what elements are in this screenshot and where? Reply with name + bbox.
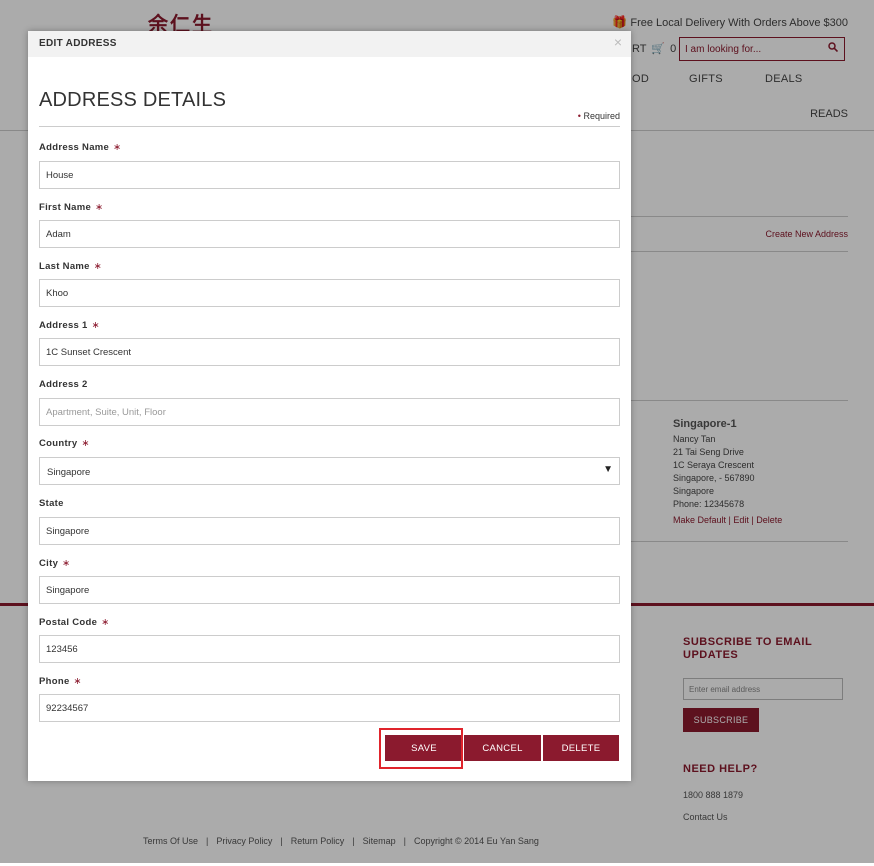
- postal-code-label: Postal Code ∗: [39, 617, 110, 628]
- address2-label: Address 2: [39, 379, 88, 390]
- country-label: Country ∗: [39, 438, 90, 449]
- phone-label: Phone ∗: [39, 676, 82, 687]
- required-star: ∗: [62, 558, 71, 569]
- required-star: ∗: [101, 617, 110, 628]
- required-note-text: Required: [583, 111, 620, 121]
- chevron-down-icon: ▼: [603, 464, 613, 475]
- modal-title: EDIT ADDRESS: [39, 38, 117, 49]
- required-star: ∗: [73, 676, 82, 687]
- close-icon[interactable]: ×: [614, 34, 622, 50]
- state-label: State: [39, 498, 64, 509]
- address-name-input[interactable]: [39, 161, 620, 189]
- city-label: City ∗: [39, 558, 71, 569]
- address1-input[interactable]: [39, 338, 620, 366]
- required-star: ∗: [93, 261, 103, 272]
- last-name-label: Last Name ∗: [39, 261, 103, 272]
- required-star: ∗: [95, 202, 104, 213]
- section-divider: [39, 126, 620, 127]
- postal-code-input[interactable]: [39, 635, 620, 663]
- edit-address-modal: EDIT ADDRESS × ADDRESS DETAILS • Require…: [28, 31, 631, 781]
- country-select[interactable]: Singapore ▼: [39, 457, 620, 485]
- city-input[interactable]: [39, 576, 620, 604]
- cancel-button[interactable]: CANCEL: [464, 735, 541, 761]
- address2-input[interactable]: [39, 398, 620, 426]
- required-star: ∗: [81, 438, 90, 449]
- last-name-input[interactable]: [39, 279, 620, 307]
- save-button[interactable]: SAVE: [385, 735, 463, 761]
- address1-label: Address 1 ∗: [39, 320, 100, 331]
- required-star: ∗: [113, 142, 122, 153]
- phone-input[interactable]: [39, 694, 620, 722]
- first-name-input[interactable]: [39, 220, 620, 248]
- required-note: • Required: [577, 111, 620, 121]
- delete-button[interactable]: DELETE: [543, 735, 619, 761]
- country-select-value: Singapore: [47, 467, 91, 478]
- required-star: ∗: [91, 320, 100, 331]
- address-name-label: Address Name ∗: [39, 142, 122, 153]
- section-heading: ADDRESS DETAILS: [39, 89, 227, 111]
- state-input[interactable]: [39, 517, 620, 545]
- modal-title-bar: EDIT ADDRESS ×: [28, 31, 631, 57]
- first-name-label: First Name ∗: [39, 202, 104, 213]
